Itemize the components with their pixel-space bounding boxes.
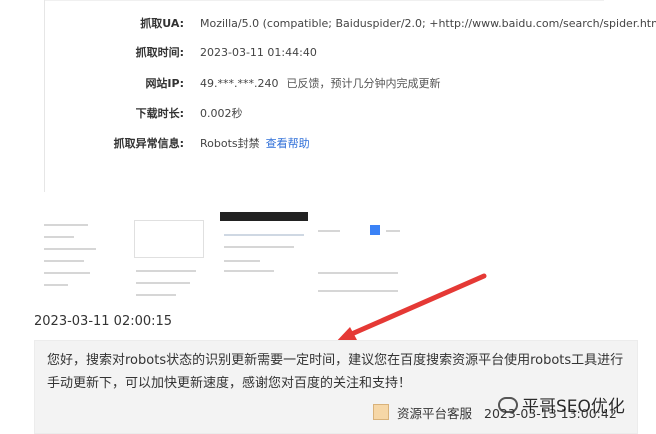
reply-box: 您好，搜索对robots状态的识别更新需要一定时间，建议您在百度搜索资源平台使用…: [34, 340, 638, 434]
message-timestamp: 2023-03-11 02:00:15: [34, 314, 173, 329]
avatar: [373, 404, 389, 420]
watermark: 平哥SEO优化: [498, 392, 625, 417]
reply-text: 您好，搜索对robots状态的识别更新需要一定时间，建议您在百度搜索资源平台使用…: [47, 353, 624, 391]
watermark-icon: [498, 397, 518, 413]
watermark-text: 平哥SEO优化: [522, 397, 625, 417]
reply-author: 资源平台客服: [397, 406, 473, 421]
